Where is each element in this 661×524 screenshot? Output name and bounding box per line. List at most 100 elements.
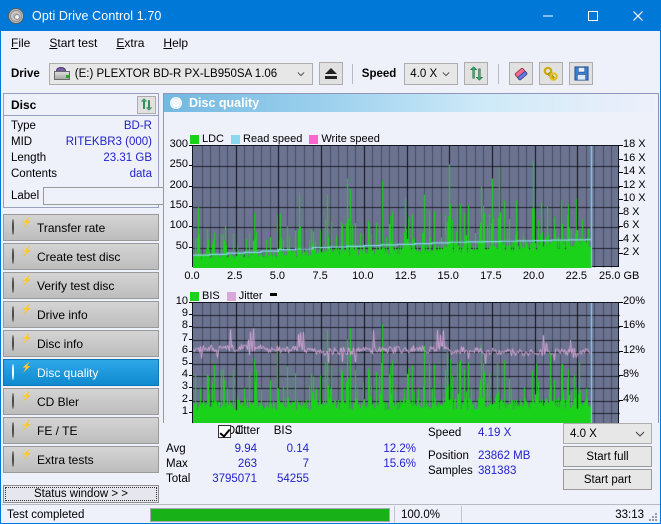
y-axis-tick-mark [189, 165, 192, 166]
y2-axis-tick-label: 6 X [623, 219, 640, 232]
tools-button[interactable] [539, 62, 564, 85]
sidebar-item-disc-quality[interactable]: ⚡ Disc quality [3, 359, 159, 386]
disc-quality-icon [170, 97, 182, 109]
close-button[interactable] [615, 1, 660, 31]
menu-start-test-label: Start test [49, 35, 98, 50]
sidebar-item-label: Drive info [37, 307, 88, 322]
legend-swatch [190, 134, 199, 144]
y-axis-tick-label: 200 [169, 178, 188, 191]
legend-swatch [190, 291, 199, 301]
disc-quality-panel: Disc quality LDC Read speed Write speed 50… [163, 93, 659, 477]
window-title: Opti Drive Control 1.70 [32, 9, 162, 23]
y2-axis-tick-mark [619, 400, 623, 401]
y-axis-tick-label: 3 [181, 380, 188, 393]
x-axis-tick-label: 15.0 [437, 270, 459, 282]
legend-item: BIS [190, 290, 220, 302]
x-axis-tick-label: 0.0 [184, 270, 200, 282]
sidebar-item-label: FE / TE [37, 423, 78, 438]
legend-swatch [309, 134, 319, 144]
sidebar-item-label: Extra tests [37, 452, 94, 467]
y2-axis-tick-label: 8 X [623, 205, 640, 218]
title-bar: Opti Drive Control 1.70 [1, 1, 660, 31]
speed-select-value: 4.0 X [410, 67, 438, 80]
disc-panel-title: Disc [11, 97, 37, 112]
disc-refresh-button[interactable] [137, 95, 156, 114]
x-axis-tick-label: 7.5 [312, 270, 328, 282]
disc-row-type: Type BD-R [11, 120, 152, 136]
menu-extra[interactable]: Extra [116, 36, 144, 50]
drive-select[interactable]: (E:) PLEXTOR BD-R PX-LB950SA 1.06 [48, 62, 313, 85]
sidebar-item-create-test-disc[interactable]: ⚡ Create test disc [3, 243, 159, 270]
sidebar-item-transfer-rate[interactable]: ⚡ Transfer rate [3, 214, 159, 241]
test-speed-select[interactable]: 4.0 X [563, 423, 652, 444]
toolbar-separator-2 [498, 63, 500, 84]
status-window-button[interactable]: Status window > > [3, 485, 159, 503]
window-controls [525, 1, 660, 31]
stats-row-total-label: Total [166, 473, 191, 485]
status-message: Test completed [7, 508, 85, 521]
start-part-button[interactable]: Start part [563, 469, 652, 490]
eject-button[interactable] [318, 62, 343, 85]
disc-contents-label: Contents [11, 168, 58, 180]
refresh-button[interactable] [464, 62, 489, 85]
menu-bar: File Start test Extra Help [2, 31, 659, 54]
disc-info-rows: Type BD-R MID RITEKBR3 (000) Length 23.3… [4, 116, 243, 205]
disc-type-label: Type [11, 120, 36, 132]
stats-samples-label: Samples [428, 465, 473, 477]
stats-avg-ldc: 9.94 [234, 443, 257, 455]
stats-position-value: 23862 MB [478, 450, 531, 462]
menu-start-test[interactable]: Start test [49, 36, 97, 50]
y-axis-tick-label: 4 [181, 368, 188, 381]
y-axis-tick-mark [189, 247, 192, 248]
x-axis-tick-label: 10.0 [352, 270, 374, 282]
y2-axis-tick-mark [619, 351, 623, 352]
stats-samples-value: 381383 [478, 465, 517, 477]
legend-label: LDC [202, 133, 225, 145]
y-axis-tick-mark [189, 145, 192, 146]
sidebar-item-disc-info[interactable]: ⚡ Disc info [3, 330, 159, 357]
jitter-checkbox[interactable] [218, 425, 231, 438]
y2-axis-tick-label: 20% [623, 295, 646, 307]
x-axis-tick-label: 5.0 [269, 270, 286, 282]
maximize-button[interactable] [570, 1, 615, 31]
disc-info-header: Disc [4, 94, 158, 116]
sidebar-item-drive-info[interactable]: ⚡ Drive info [3, 301, 159, 328]
stats-avg-jitter: 12.2% [383, 443, 416, 455]
speed-select[interactable]: 4.0 X [404, 62, 459, 85]
disc-row-length: Length 23.31 GB [11, 152, 152, 168]
sidebar-item-label: Create test disc [37, 249, 121, 264]
sidebar-item-cd-bler[interactable]: ⚡ CD Bler [3, 388, 159, 415]
stats-total-ldc: 3795071 [212, 473, 257, 485]
y2-axis-tick-label: 16 X [623, 151, 646, 164]
sidebar-item-fe-te[interactable]: ⚡ FE / TE [3, 417, 159, 444]
y2-axis-tick-mark [619, 240, 623, 241]
menu-file[interactable]: File [11, 36, 30, 50]
y2-axis-tick-label: 4 X [623, 232, 640, 245]
resize-grip-icon[interactable] [648, 512, 658, 522]
sidebar-item-verify-test-disc[interactable]: ⚡ Verify test disc [3, 272, 159, 299]
disc-contents-value: data [129, 168, 152, 180]
disc-spark-icon: ⚡ [12, 247, 32, 264]
left-panel: Disc Type BD-R MID RITEKBR3 (000) Length… [3, 93, 243, 477]
minimize-button[interactable] [525, 1, 570, 31]
y2-axis-tick-mark [619, 302, 623, 303]
disc-row-mid: MID RITEKBR3 (000) [11, 136, 152, 152]
x-axis-tick-label: 2.5 [227, 270, 243, 282]
chevron-down-icon [297, 71, 305, 76]
sidebar-item-extra-tests[interactable]: ⚡ Extra tests [3, 446, 159, 473]
wrench-icon [543, 66, 559, 81]
legend-swatch [226, 291, 236, 301]
legend-item: LDC [190, 133, 224, 145]
chart-canvas-top [193, 146, 620, 268]
start-full-button[interactable]: Start full [563, 446, 652, 467]
menu-help[interactable]: Help [163, 36, 188, 50]
save-button[interactable] [569, 62, 594, 85]
chart-canvas-bottom [193, 303, 620, 425]
y2-axis-tick-mark [619, 199, 623, 200]
stats-max-ldc: 263 [237, 458, 257, 470]
disc-mid-value: RITEKBR3 (000) [65, 136, 152, 148]
sidebar-item-label: Disc quality [37, 365, 99, 380]
jitter-label: Jitter [235, 425, 260, 437]
legend-item: Read speed [231, 133, 302, 145]
erase-button[interactable] [509, 62, 534, 85]
